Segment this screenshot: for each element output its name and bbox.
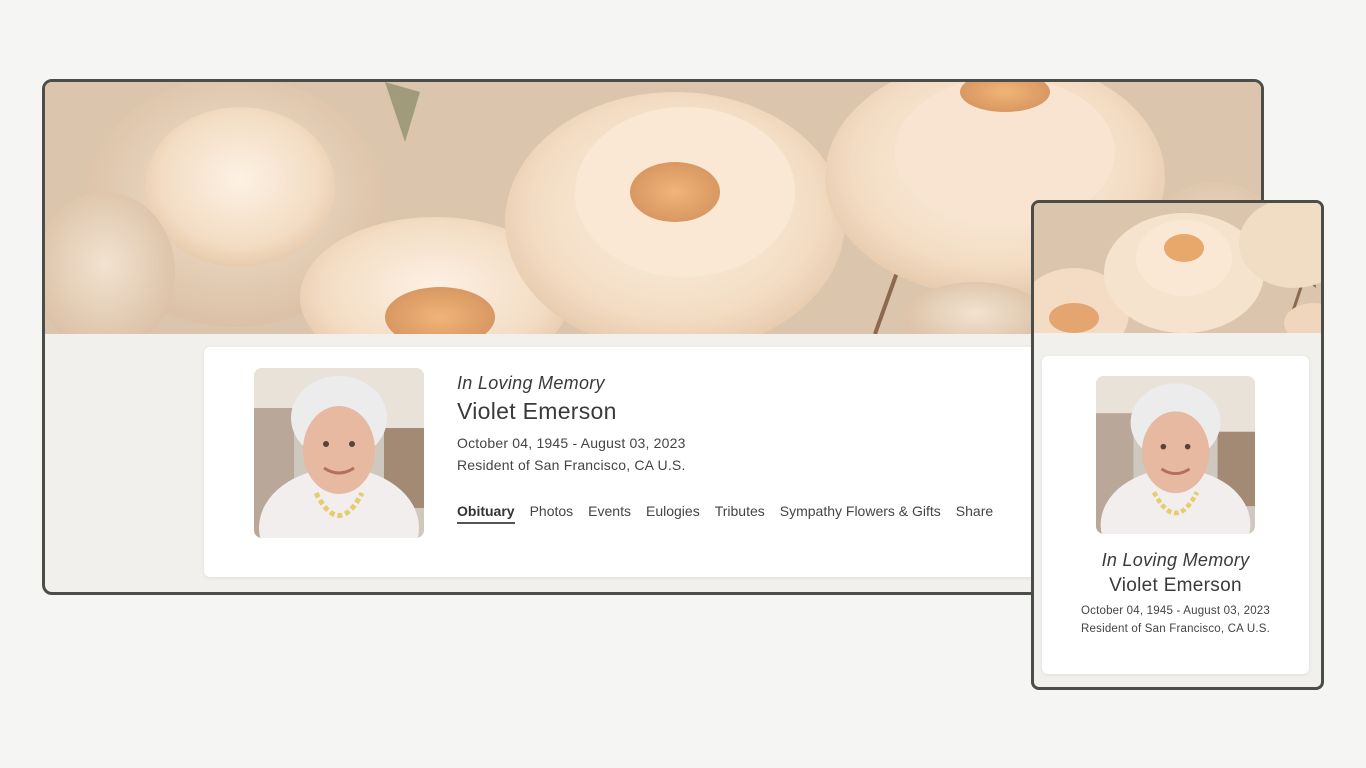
life-dates: October 04, 1945 - August 03, 2023 — [457, 435, 686, 451]
tab-tributes[interactable]: Tributes — [715, 503, 765, 524]
mobile-mockup: In Loving Memory Violet Emerson October … — [1031, 200, 1324, 690]
residence: Resident of San Francisco, CA U.S. — [457, 457, 686, 473]
tab-share[interactable]: Share — [956, 503, 993, 524]
mobile-memorial-card: In Loving Memory Violet Emerson October … — [1042, 356, 1309, 674]
mobile-memorial-info: In Loving Memory Violet Emerson October … — [1042, 550, 1309, 635]
mobile-in-loving-memory-label: In Loving Memory — [1101, 550, 1250, 570]
mobile-deceased-name: Violet Emerson — [1109, 575, 1242, 596]
tab-events[interactable]: Events — [588, 503, 631, 524]
mobile-life-dates: October 04, 1945 - August 03, 2023 — [1080, 605, 1270, 617]
mobile-residence: Resident of San Francisco, CA U.S. — [1081, 623, 1270, 635]
deceased-name: Violet Emerson — [457, 398, 617, 424]
tab-photos[interactable]: Photos — [530, 503, 574, 524]
tab-obituary[interactable]: Obituary — [457, 503, 515, 524]
mobile-memorial-portrait-photo — [1096, 376, 1255, 534]
memorial-profile-card: In Loving Memory Violet Emerson October … — [204, 347, 1104, 577]
mobile-cover-banner-image — [1034, 203, 1321, 333]
memorial-info: In Loving Memory Violet Emerson October … — [457, 373, 686, 473]
memorial-nav-tabs: Obituary Photos Events Eulogies Tributes… — [457, 503, 993, 524]
in-loving-memory-label: In Loving Memory — [457, 373, 605, 393]
tab-sympathy-flowers-gifts[interactable]: Sympathy Flowers & Gifts — [780, 503, 941, 524]
tab-eulogies[interactable]: Eulogies — [646, 503, 700, 524]
memorial-portrait-photo — [254, 368, 424, 538]
